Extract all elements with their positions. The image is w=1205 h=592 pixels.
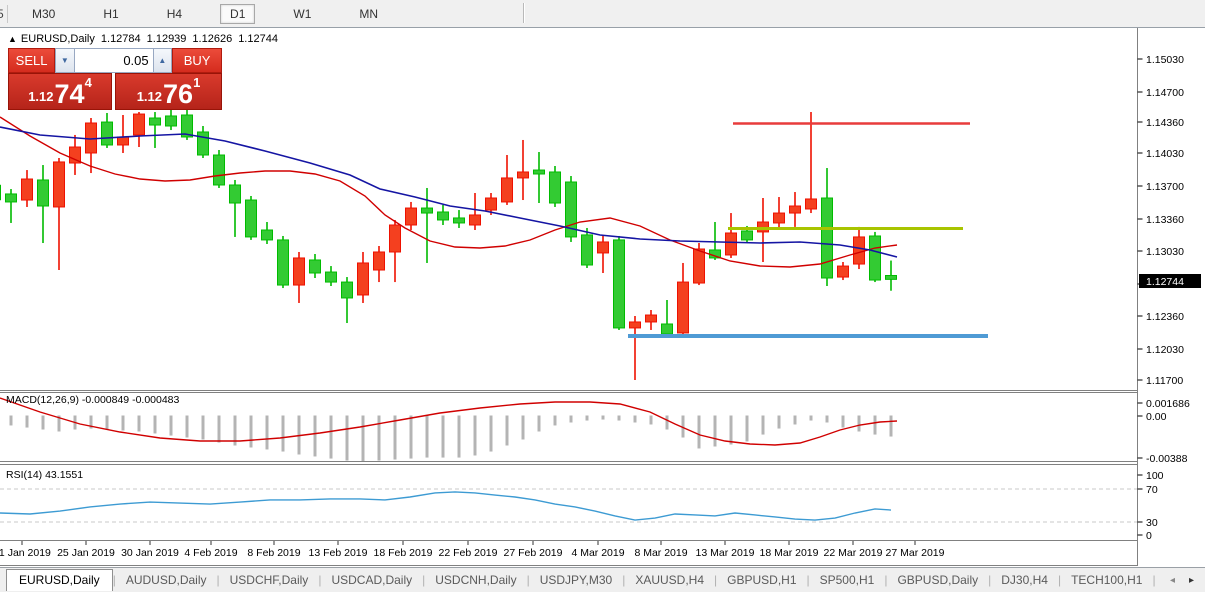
svg-text:18 Feb 2019: 18 Feb 2019 (374, 547, 433, 559)
svg-text:13 Feb 2019: 13 Feb 2019 (309, 547, 368, 559)
price-axis: 1.15030 1.14700 1.14360 1.14030 1.13700 1.133… (1137, 54, 1190, 542)
svg-text:18 Mar 2019: 18 Mar 2019 (760, 547, 819, 559)
svg-text:27 Feb 2019: 27 Feb 2019 (504, 547, 563, 559)
tab-usdcnh-daily[interactable]: USDCNH,Daily (425, 571, 526, 589)
open-value: 1.12784 (100, 33, 141, 45)
tab-audusd-daily[interactable]: AUDUSD,Daily (116, 571, 217, 589)
tab-usdcad-daily[interactable]: USDCAD,Daily (321, 571, 422, 589)
buy-price-display[interactable]: 1.12 76 1 (115, 73, 222, 110)
svg-text:0.00: 0.00 (1146, 411, 1167, 423)
tab-gbpusd-h1[interactable]: GBPUSD,H1 (717, 571, 806, 589)
svg-text:22 Mar 2019: 22 Mar 2019 (824, 547, 883, 559)
symbol-label: EURUSD,Daily (20, 33, 95, 45)
tab-gbpusd-daily[interactable]: GBPUSD,Daily (887, 571, 988, 589)
svg-text:0: 0 (1146, 530, 1152, 542)
low-value: 1.12626 (192, 33, 233, 45)
svg-text:25 Jan 2019: 25 Jan 2019 (57, 547, 115, 559)
high-value: 1.12939 (146, 33, 187, 45)
svg-text:1.14360: 1.14360 (1146, 117, 1184, 129)
macd-label: MACD(12,26,9) -0.000849 -0.000483 (6, 394, 180, 406)
partial-toolbar-button[interactable]: 5 (0, 4, 8, 23)
toolbar-divider (523, 3, 525, 23)
timeframe-toolbar: 5 M30 H1 H4 D1 W1 MN (0, 0, 1205, 28)
timeframe-mn[interactable]: MN (349, 4, 388, 24)
rsi-pane-label: RSI(14) 43.1551 (6, 469, 83, 481)
timeframe-m30[interactable]: M30 (22, 4, 65, 24)
macd-histogram (9, 415, 893, 462)
svg-text:1.12030: 1.12030 (1146, 344, 1184, 356)
tab-scroll-arrows: ◂ ▸ (1156, 568, 1201, 592)
svg-text:1.11700: 1.11700 (1146, 375, 1183, 387)
svg-text:1.12744: 1.12744 (1146, 276, 1184, 288)
sell-price-pip: 4 (84, 75, 92, 90)
svg-text:27 Mar 2019: 27 Mar 2019 (886, 547, 945, 559)
svg-text:-0.00388: -0.00388 (1146, 453, 1188, 465)
symbol-ohlc-header: ▲ EURUSD,Daily 1.12784 1.12939 1.12626 1.1274… (8, 33, 278, 45)
tab-sp500-h1[interactable]: SP500,H1 (810, 571, 885, 589)
svg-text:1.15030: 1.15030 (1146, 54, 1184, 66)
rsi-line (0, 491, 892, 521)
svg-text:21 Jan 2019: 21 Jan 2019 (0, 547, 51, 559)
svg-text:1.14030: 1.14030 (1146, 148, 1184, 160)
volume-down-icon[interactable]: ▼ (55, 48, 75, 73)
buy-price-big: 76 (163, 79, 194, 109)
timeframe-w1[interactable]: W1 (283, 4, 321, 24)
svg-text:0.001686: 0.001686 (1146, 398, 1190, 410)
svg-text:1.12360: 1.12360 (1146, 311, 1184, 323)
time-axis: 21 Jan 2019 25 Jan 2019 30 Jan 2019 4 Feb 2… (0, 541, 945, 559)
tab-tech100-h1[interactable]: TECH100,H1 (1061, 571, 1152, 589)
svg-text:70: 70 (1146, 484, 1158, 496)
one-click-trading-panel: SELL ▼ ▲ BUY 1.12 74 4 1.12 76 1 (8, 48, 223, 110)
sell-price-big: 74 (54, 79, 85, 109)
timeframe-d1[interactable]: D1 (220, 3, 256, 24)
volume-input[interactable] (74, 48, 153, 73)
close-value: 1.12744 (238, 33, 278, 45)
svg-text:8 Mar 2019: 8 Mar 2019 (634, 547, 687, 559)
svg-text:13 Mar 2019: 13 Mar 2019 (696, 547, 755, 559)
buy-button[interactable]: BUY (172, 48, 223, 73)
svg-text:100: 100 (1146, 470, 1164, 482)
rsi-label: RSI(14) 43.1551 (6, 469, 83, 481)
sell-price-display[interactable]: 1.12 74 4 (8, 73, 112, 110)
timeframe-h4[interactable]: H4 (157, 4, 192, 24)
tab-eurusd-daily[interactable]: EURUSD,Daily (6, 569, 113, 591)
svg-text:1.13360: 1.13360 (1146, 214, 1184, 226)
timeframe-h1[interactable]: H1 (93, 4, 128, 24)
tab-scroll-left-icon[interactable]: ◂ (1163, 575, 1182, 586)
tab-usdjpy-m30[interactable]: USDJPY,M30 (530, 571, 622, 589)
timeframe-buttons: M30 H1 H4 D1 W1 MN (8, 3, 402, 24)
macd-pane-label: MACD(12,26,9) -0.000849 -0.000483 (6, 394, 180, 406)
sell-button[interactable]: SELL (8, 48, 56, 73)
svg-text:1.13030: 1.13030 (1146, 246, 1184, 258)
buy-price-pip: 1 (193, 75, 201, 90)
current-price-box: 1.12744 (1139, 274, 1201, 288)
svg-text:8 Feb 2019: 8 Feb 2019 (247, 547, 300, 559)
volume-up-icon[interactable]: ▲ (152, 48, 173, 73)
svg-text:30 Jan 2019: 30 Jan 2019 (121, 547, 179, 559)
svg-text:1.13700: 1.13700 (1146, 181, 1184, 193)
sell-price-prefix: 1.12 (28, 89, 54, 104)
svg-text:1.14700: 1.14700 (1146, 87, 1184, 99)
tab-usdchf-daily[interactable]: USDCHF,Daily (220, 571, 319, 589)
svg-text:30: 30 (1146, 517, 1158, 529)
svg-text:22 Feb 2019: 22 Feb 2019 (439, 547, 498, 559)
buy-price-prefix: 1.12 (136, 89, 163, 104)
tab-scroll-right-icon[interactable]: ▸ (1182, 575, 1201, 586)
svg-text:4 Mar 2019: 4 Mar 2019 (571, 547, 624, 559)
tab-dj30-h4[interactable]: DJ30,H4 (991, 571, 1058, 589)
chart-tab-bar: EURUSD,Daily | AUDUSD,Daily | USDCHF,Daily | U… (0, 567, 1205, 592)
collapse-panel-icon[interactable]: ▲ (8, 34, 17, 44)
tab-xauusd-h4[interactable]: XAUUSD,H4 (625, 571, 714, 589)
svg-text:4 Feb 2019: 4 Feb 2019 (184, 547, 237, 559)
